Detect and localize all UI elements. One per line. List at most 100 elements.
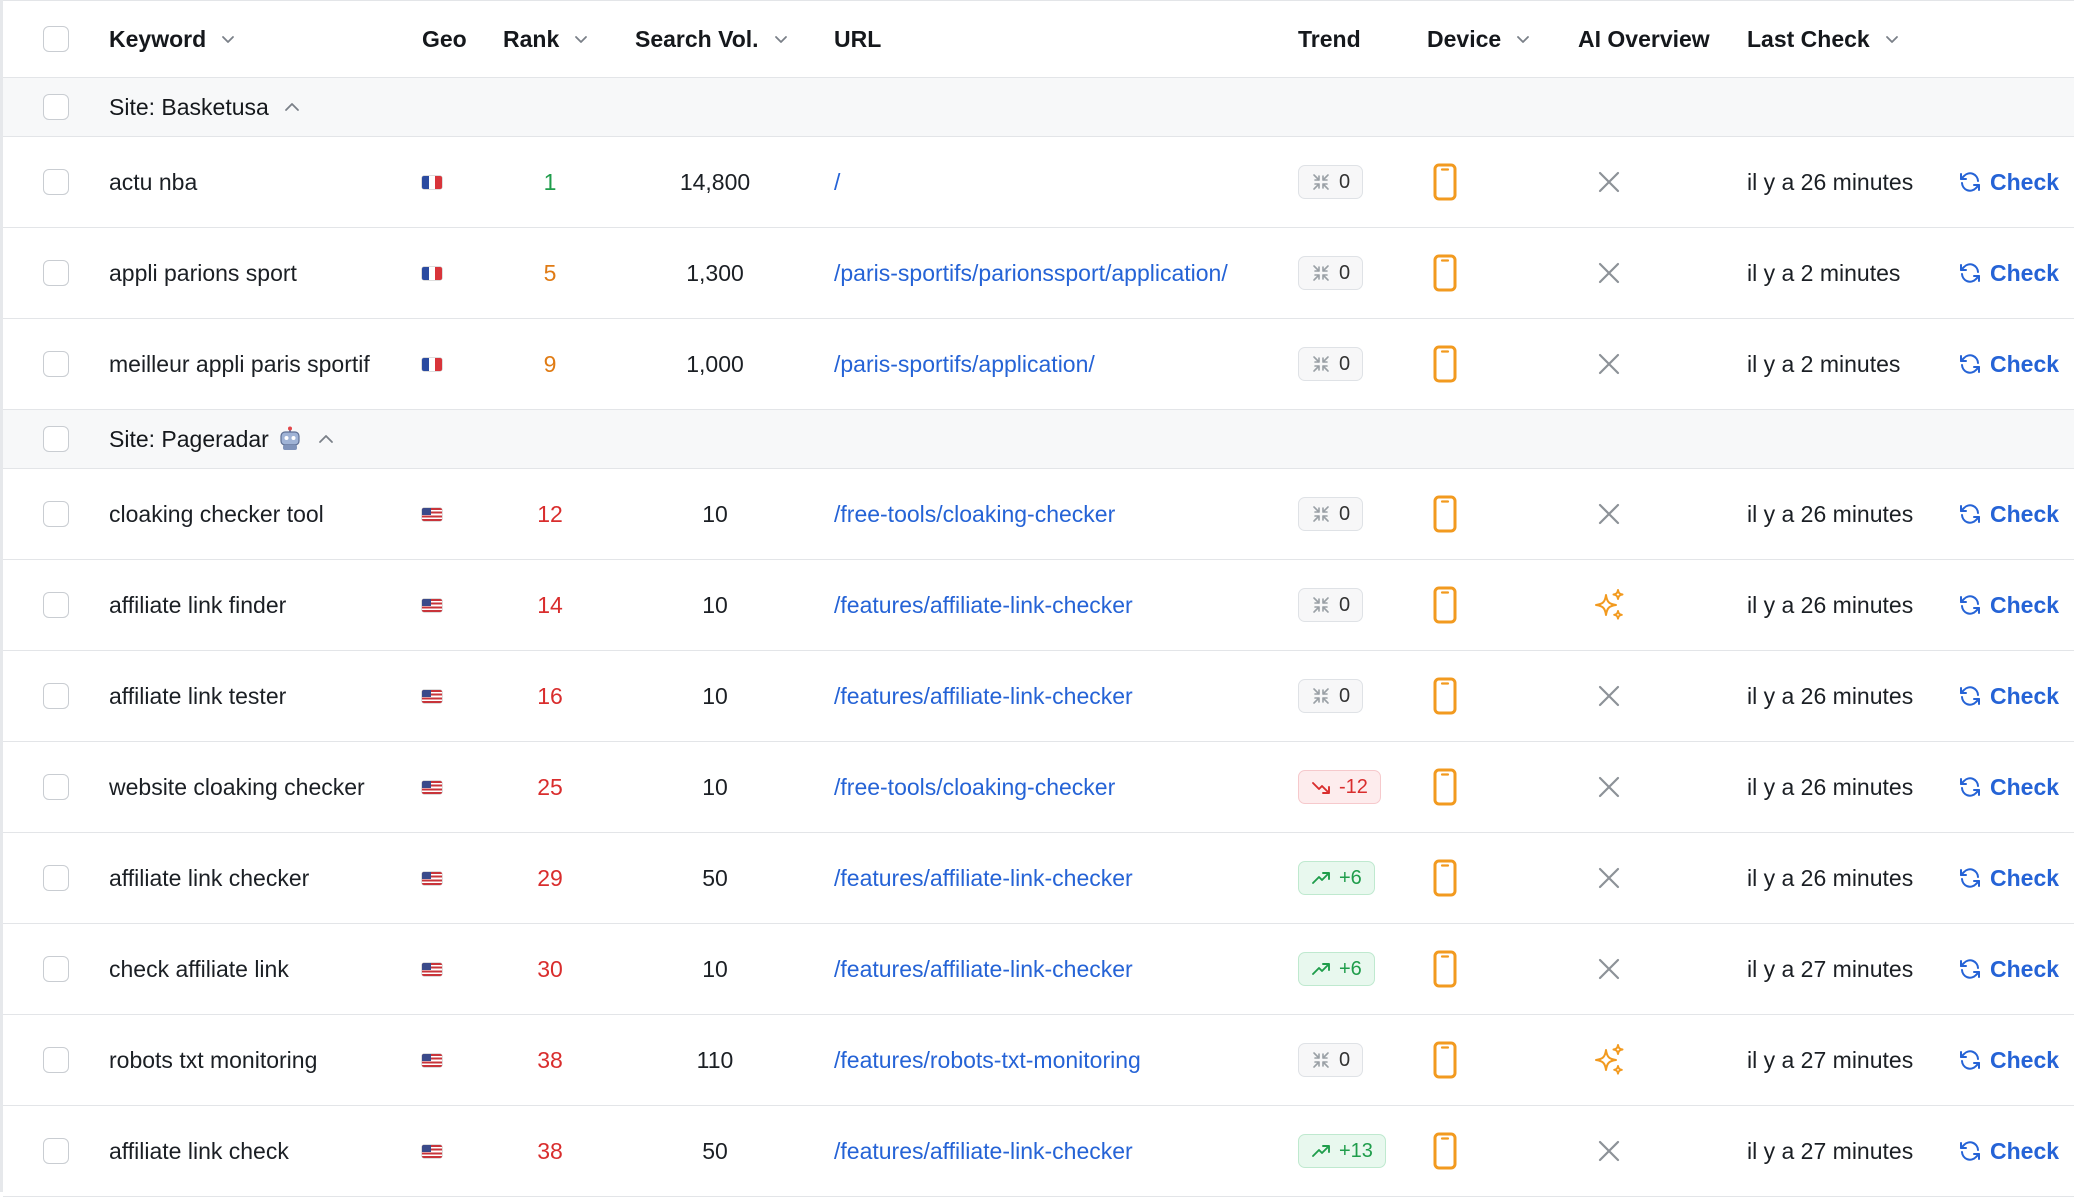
search-volume-cell: 1,000 bbox=[686, 350, 744, 377]
search-volume-cell: 10 bbox=[702, 591, 728, 618]
row-checkbox[interactable] bbox=[43, 501, 69, 527]
chevron-up-icon[interactable] bbox=[283, 98, 301, 116]
row-checkbox[interactable] bbox=[43, 683, 69, 709]
trend-value: -12 bbox=[1339, 775, 1368, 798]
table-row[interactable]: affiliate link finder 14 10 /features/af… bbox=[3, 560, 2074, 651]
keyword-cell: meilleur appli paris sportif bbox=[109, 350, 370, 377]
geo-cell bbox=[422, 651, 442, 741]
table-row[interactable]: appli parions sport 5 1,300 /paris-sport… bbox=[3, 228, 2074, 319]
device-cell bbox=[1433, 742, 1457, 832]
search-volume-cell: 1,300 bbox=[686, 259, 744, 286]
check-label: Check bbox=[1990, 1137, 2060, 1164]
rank-cell: 16 bbox=[537, 682, 563, 709]
check-button[interactable]: Check bbox=[1958, 137, 2059, 227]
url-link[interactable]: /paris-sportifs/parionssport/application… bbox=[834, 228, 1228, 318]
group-header[interactable]: Site: Basketusa bbox=[109, 78, 301, 136]
rank-cell: 5 bbox=[543, 259, 557, 286]
chevron-down-icon bbox=[1515, 31, 1531, 47]
table-row[interactable]: check affiliate link 30 10 /features/aff… bbox=[3, 924, 2074, 1015]
check-button[interactable]: Check bbox=[1958, 469, 2059, 559]
check-button[interactable]: Check bbox=[1958, 319, 2059, 409]
last-check-cell: il y a 27 minutes bbox=[1747, 955, 1914, 982]
url-link[interactable]: /features/affiliate-link-checker bbox=[834, 560, 1133, 650]
last-check-cell: il y a 27 minutes bbox=[1747, 1046, 1914, 1073]
group-checkbox[interactable] bbox=[43, 94, 69, 120]
check-button[interactable]: Check bbox=[1958, 742, 2059, 832]
column-device[interactable]: Device bbox=[1427, 1, 1531, 77]
url-link[interactable]: / bbox=[834, 137, 840, 227]
row-checkbox[interactable] bbox=[43, 1138, 69, 1164]
row-select-cell bbox=[43, 560, 69, 650]
table-row[interactable]: affiliate link tester 16 10 /features/af… bbox=[3, 651, 2074, 742]
select-all-cell bbox=[43, 1, 69, 77]
row-checkbox[interactable] bbox=[43, 592, 69, 618]
url-link[interactable]: /features/affiliate-link-checker bbox=[834, 924, 1133, 1014]
search-volume-cell: 50 bbox=[702, 1137, 728, 1164]
group-label: Site: Pageradar bbox=[109, 425, 269, 452]
column-keyword[interactable]: Keyword bbox=[109, 1, 236, 77]
check-button[interactable]: Check bbox=[1958, 924, 2059, 1014]
table-row[interactable]: cloaking checker tool 12 10 /free-tools/… bbox=[3, 469, 2074, 560]
row-checkbox[interactable] bbox=[43, 956, 69, 982]
row-checkbox[interactable] bbox=[43, 260, 69, 286]
table-row[interactable]: robots txt monitoring 38 110 /features/r… bbox=[3, 1015, 2074, 1106]
check-button[interactable]: Check bbox=[1958, 651, 2059, 741]
trend-value: 0 bbox=[1339, 170, 1351, 193]
trend-badge: 0 bbox=[1298, 1043, 1364, 1077]
ai-overview-cell bbox=[1578, 651, 1640, 741]
url-link[interactable]: /features/affiliate-link-checker bbox=[834, 833, 1133, 923]
row-checkbox[interactable] bbox=[43, 1047, 69, 1073]
trend-value: 0 bbox=[1339, 593, 1351, 616]
chevron-up-icon[interactable] bbox=[317, 430, 335, 448]
keyword-cell: affiliate link checker bbox=[109, 864, 310, 891]
row-checkbox[interactable] bbox=[43, 351, 69, 377]
column-last-check[interactable]: Last Check bbox=[1747, 1, 1900, 77]
column-rank[interactable]: Rank bbox=[503, 1, 589, 77]
url-link[interactable]: /features/affiliate-link-checker bbox=[834, 1106, 1133, 1196]
table-row[interactable]: website cloaking checker 25 10 /free-too… bbox=[3, 742, 2074, 833]
column-ai-overview-label: AI Overview bbox=[1578, 25, 1710, 52]
no-change-icon bbox=[1311, 263, 1331, 283]
row-select-cell bbox=[43, 1015, 69, 1105]
device-cell bbox=[1433, 560, 1457, 650]
row-checkbox[interactable] bbox=[43, 865, 69, 891]
sparkle-icon bbox=[1592, 1043, 1626, 1077]
select-all-checkbox[interactable] bbox=[43, 26, 69, 52]
geo-cell bbox=[422, 833, 442, 923]
url-link[interactable]: /features/robots-txt-monitoring bbox=[834, 1015, 1141, 1105]
check-button[interactable]: Check bbox=[1958, 228, 2059, 318]
trend-badge: 0 bbox=[1298, 256, 1364, 290]
table-row[interactable]: affiliate link checker 29 50 /features/a… bbox=[3, 833, 2074, 924]
url-link[interactable]: /free-tools/cloaking-checker bbox=[834, 469, 1115, 559]
group-checkbox[interactable] bbox=[43, 426, 69, 452]
flag-usa-icon bbox=[422, 598, 442, 612]
close-icon bbox=[1596, 1138, 1622, 1164]
check-button[interactable]: Check bbox=[1958, 1106, 2059, 1196]
column-search-volume[interactable]: Search Vol. bbox=[635, 1, 789, 77]
device-cell bbox=[1433, 1106, 1457, 1196]
table-row[interactable]: meilleur appli paris sportif 9 1,000 /pa… bbox=[3, 319, 2074, 410]
row-select-cell bbox=[43, 137, 69, 227]
group-row[interactable]: Site: Pageradar bbox=[3, 410, 2074, 469]
refresh-icon bbox=[1958, 866, 1982, 890]
ai-overview-cell bbox=[1578, 742, 1640, 832]
url-link[interactable]: /features/affiliate-link-checker bbox=[834, 651, 1133, 741]
check-label: Check bbox=[1990, 591, 2060, 618]
search-volume-cell: 10 bbox=[702, 682, 728, 709]
group-select-cell bbox=[43, 410, 69, 468]
mobile-phone-icon bbox=[1433, 677, 1457, 715]
keyword-cell: cloaking checker tool bbox=[109, 500, 324, 527]
group-row[interactable]: Site: Basketusa bbox=[3, 78, 2074, 137]
table-row[interactable]: actu nba 1 14,800 / 0 il y a 26 minutes … bbox=[3, 137, 2074, 228]
check-button[interactable]: Check bbox=[1958, 833, 2059, 923]
row-checkbox[interactable] bbox=[43, 774, 69, 800]
check-button[interactable]: Check bbox=[1958, 1015, 2059, 1105]
trend-cell: 0 bbox=[1298, 319, 1364, 409]
row-checkbox[interactable] bbox=[43, 169, 69, 195]
url-link[interactable]: /paris-sportifs/application/ bbox=[834, 319, 1095, 409]
trend-badge: 0 bbox=[1298, 165, 1364, 199]
table-row[interactable]: affiliate link check 38 50 /features/aff… bbox=[3, 1106, 2074, 1197]
check-button[interactable]: Check bbox=[1958, 560, 2059, 650]
group-header[interactable]: Site: Pageradar bbox=[109, 410, 335, 468]
url-link[interactable]: /free-tools/cloaking-checker bbox=[834, 742, 1115, 832]
